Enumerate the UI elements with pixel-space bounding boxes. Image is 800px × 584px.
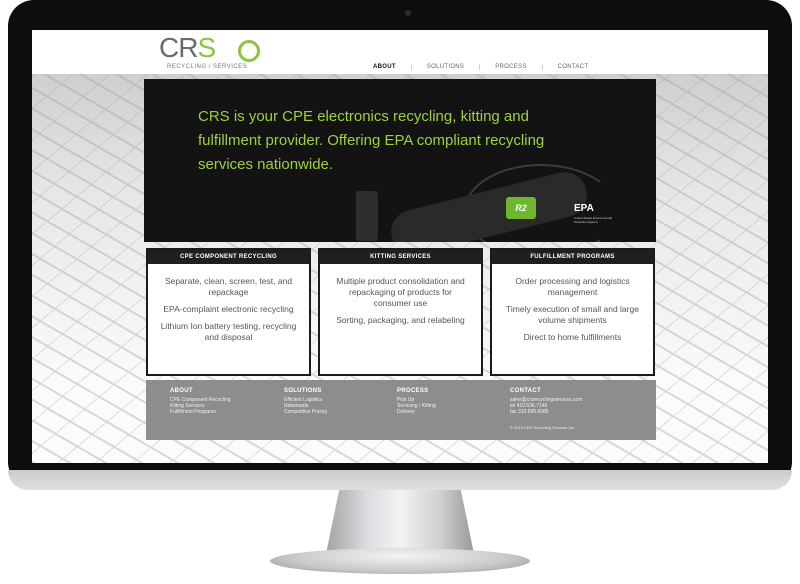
nav-about[interactable]: ABOUT <box>358 64 412 70</box>
card-title[interactable]: CPE COMPONENT RECYCLING <box>148 250 309 264</box>
r2-badge: R2 <box>506 197 536 219</box>
main-nav: ABOUT SOLUTIONS PROCESS CONTACT <box>358 64 603 70</box>
monitor-stand <box>326 490 474 552</box>
hero-banner: CRS is your CPE electronics recycling, k… <box>144 79 656 242</box>
footer-about: ABOUT CPE Component Recycling Kitting Se… <box>170 388 231 415</box>
nav-contact[interactable]: CONTACT <box>543 64 604 70</box>
website-screen: CRS RECYCLING / SERVICES ABOUT SOLUTIONS… <box>32 30 768 463</box>
footer-heading: SOLUTIONS <box>284 388 322 394</box>
footer-process: PROCESS Pick Up Servicing / Kitting Deli… <box>397 388 436 415</box>
card-cpe-recycling: CPE COMPONENT RECYCLING Separate, clean,… <box>146 248 311 376</box>
card-title[interactable]: KITTING SERVICES <box>320 250 481 264</box>
footer-heading: PROCESS <box>397 388 429 394</box>
webcam <box>405 10 411 16</box>
card-line: Direct to home fulfillments <box>523 332 622 342</box>
nav-process[interactable]: PROCESS <box>480 64 543 70</box>
site-footer: ABOUT CPE Component Recycling Kitting Se… <box>146 380 656 440</box>
site-header: CRS RECYCLING / SERVICES ABOUT SOLUTIONS… <box>32 30 768 74</box>
card-line: Order processing and logistics managemen… <box>515 276 630 297</box>
card-line: Separate, clean, screen, test, and repac… <box>164 276 293 297</box>
card-line: Lithium Ion battery testing, recycling a… <box>160 321 297 342</box>
card-kitting-services: KITTING SERVICES Multiple product consol… <box>318 248 483 376</box>
card-body: Separate, clean, screen, test, and repac… <box>148 264 309 343</box>
nav-solutions[interactable]: SOLUTIONS <box>412 64 481 70</box>
crs-logo[interactable]: CRS RECYCLING / SERVICES <box>159 32 260 72</box>
card-line: Multiple product consolidation and repac… <box>336 276 465 308</box>
epa-logo: EPA <box>574 203 594 214</box>
footer-heading: ABOUT <box>170 388 193 394</box>
monitor-chin <box>8 470 792 490</box>
card-line: EPA-complaint electronic recycling <box>163 304 294 314</box>
card-line: Timely execution of small and large volu… <box>506 304 639 325</box>
card-title[interactable]: FULFILLMENT PROGRAMS <box>492 250 653 264</box>
device-image <box>356 191 378 241</box>
footer-contact: CONTACT sales@crsrecyclingservices.com t… <box>510 388 582 415</box>
card-body: Multiple product consolidation and repac… <box>320 264 481 326</box>
epa-subtitle: United States Environmental Protection A… <box>574 216 613 224</box>
card-fulfillment-programs: FULFILLMENT PROGRAMS Order processing an… <box>490 248 655 376</box>
copyright: © 2015 CRS Recycling Services Inc. <box>510 425 575 430</box>
card-line: Sorting, packaging, and relabeling <box>336 315 465 325</box>
contact-fax: fax 310.895.6085 <box>510 409 549 415</box>
recycle-ring-icon <box>238 40 260 62</box>
footer-link[interactable]: Competitive Pricing <box>284 409 327 415</box>
card-body: Order processing and logistics managemen… <box>492 264 653 343</box>
logo-mark: CRS <box>159 32 216 63</box>
footer-heading: CONTACT <box>510 388 541 394</box>
footer-link[interactable]: Delivery <box>397 409 436 415</box>
logo-subtitle: RECYCLING / SERVICES <box>167 64 248 70</box>
footer-solutions: SOLUTIONS Efficient Logistics Nationwide… <box>284 388 327 415</box>
monitor-base <box>270 548 530 574</box>
footer-link[interactable]: Fulfillment Programs <box>170 409 231 415</box>
